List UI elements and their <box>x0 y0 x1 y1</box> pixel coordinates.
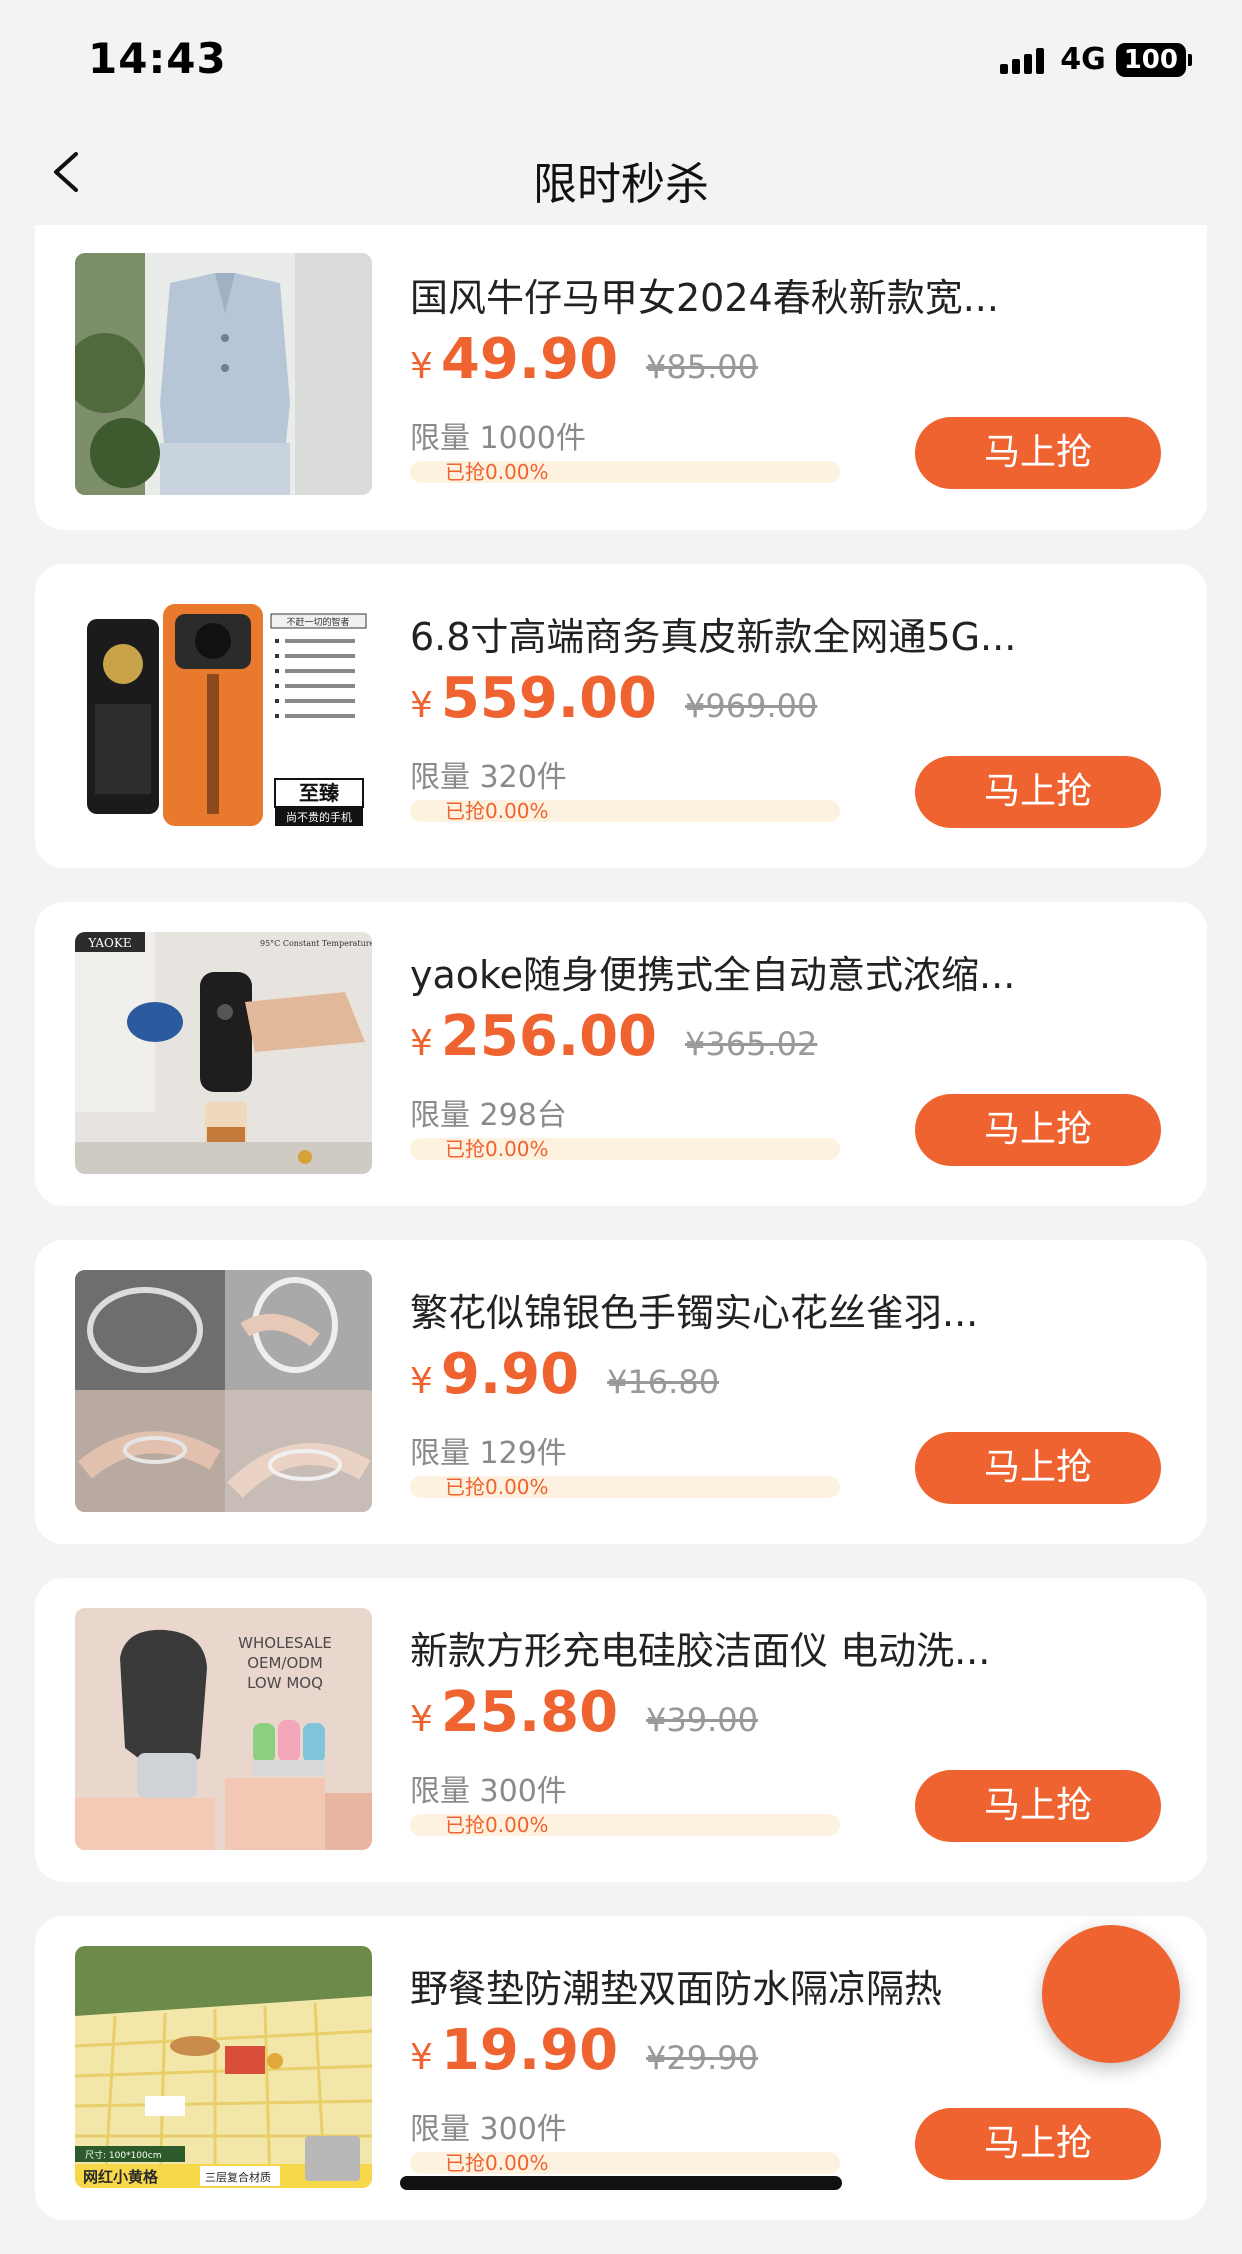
sold-progress-bar: 已抢0.00% <box>410 800 840 822</box>
price-row: ¥ 256.00 ¥365.02 <box>410 1004 817 1069</box>
product-image-picnic-mat[interactable]: 尺寸: 100*100cm 网红小黄格 三层复合材质 <box>75 1946 372 2188</box>
currency-symbol: ¥ <box>410 1361 433 1402</box>
currency-symbol: ¥ <box>410 2037 433 2078</box>
image-line1-text: WHOLESALE <box>238 1634 332 1652</box>
product-image-coffee-maker[interactable]: YAOKE 95°C Constant Temperature Extracti… <box>75 932 372 1174</box>
price-row: ¥ 25.80 ¥39.00 <box>410 1680 758 1745</box>
home-indicator[interactable] <box>400 2176 842 2190</box>
sold-progress-text: 已抢0.00% <box>445 1475 549 1499</box>
limit-quantity: 限量 320件 <box>410 760 567 795</box>
sale-price: 559.00 <box>440 666 658 731</box>
grab-now-button[interactable]: 马上抢 <box>915 1770 1161 1842</box>
product-list: 国风牛仔马甲女2024春秋新款宽... ¥ 49.90 ¥85.00 限量 10… <box>35 225 1207 2254</box>
original-price: ¥29.90 <box>646 2039 759 2077</box>
price-row: ¥ 19.90 ¥29.90 <box>410 2018 758 2083</box>
currency-symbol: ¥ <box>410 346 433 387</box>
product-title[interactable]: yaoke随身便携式全自动意式浓缩... <box>410 944 1207 999</box>
currency-symbol: ¥ <box>410 685 433 726</box>
product-card[interactable]: WHOLESALE OEM/ODM LOW MOQ 新款方形充电硅胶洁面仪 电动… <box>35 1578 1207 1882</box>
sold-progress-text: 已抢0.00% <box>445 460 549 484</box>
image-feature-text: 三层复合材质 <box>205 2170 271 2184</box>
product-card[interactable]: 尺寸: 100*100cm 网红小黄格 三层复合材质 野餐垫防潮垫双面防水隔凉隔… <box>35 1916 1207 2220</box>
sold-progress-bar: 已抢0.00% <box>410 1814 840 1836</box>
network-type: 4G <box>1060 42 1106 77</box>
price-row: ¥ 49.90 ¥85.00 <box>410 327 758 392</box>
product-title[interactable]: 繁花似锦银色手镯实心花丝雀羽... <box>410 1282 1207 1337</box>
sale-price: 49.90 <box>440 327 619 392</box>
product-image-face-cleanser[interactable]: WHOLESALE OEM/ODM LOW MOQ <box>75 1608 372 1850</box>
product-card[interactable]: 繁花似锦银色手镯实心花丝雀羽... ¥ 9.90 ¥16.80 限量 129件 … <box>35 1240 1207 1544</box>
product-title[interactable]: 6.8寸高端商务真皮新款全网通5G... <box>410 606 1207 661</box>
sold-progress-bar: 已抢0.00% <box>410 1138 840 1160</box>
sale-price: 9.90 <box>440 1342 580 1407</box>
image-badge-text: 至臻 <box>299 781 340 805</box>
status-time: 14:43 <box>88 34 227 83</box>
sold-progress-text: 已抢0.00% <box>445 1137 549 1161</box>
limit-quantity: 限量 300件 <box>410 1774 567 1809</box>
nav-bar: 限时秒杀 <box>0 120 1242 225</box>
original-price: ¥39.00 <box>646 1701 759 1739</box>
product-card[interactable]: 不赶一切的智者 至臻 尚不贵的手机 6.8寸高端商务真皮新款全网通5G... ¥… <box>35 564 1207 868</box>
battery-level: 100 <box>1115 42 1186 77</box>
status-bar: 14:43 4G 100 <box>0 0 1242 120</box>
original-price: ¥969.00 <box>685 687 818 725</box>
grab-now-button[interactable]: 马上抢 <box>915 756 1161 828</box>
original-price: ¥365.02 <box>685 1025 818 1063</box>
sold-progress-bar: 已抢0.00% <box>410 1476 840 1498</box>
currency-symbol: ¥ <box>410 1023 433 1064</box>
floating-action-button[interactable] <box>1042 1925 1180 2063</box>
limit-quantity: 限量 300件 <box>410 2112 567 2147</box>
product-card[interactable]: YAOKE 95°C Constant Temperature Extracti… <box>35 902 1207 1206</box>
product-title[interactable]: 国风牛仔马甲女2024春秋新款宽... <box>410 267 1207 322</box>
grab-now-button[interactable]: 马上抢 <box>915 1094 1161 1166</box>
currency-symbol: ¥ <box>410 1699 433 1740</box>
sale-price: 19.90 <box>440 2018 619 2083</box>
limit-quantity: 限量 298台 <box>410 1098 567 1133</box>
product-image-silver-bracelet[interactable] <box>75 1270 372 1512</box>
product-image-business-phone[interactable]: 不赶一切的智者 至臻 尚不贵的手机 <box>75 594 372 836</box>
original-price: ¥85.00 <box>646 348 759 386</box>
battery-icon: 100 <box>1115 42 1192 77</box>
sold-progress-bar: 已抢0.00% <box>410 461 840 483</box>
image-size-text: 尺寸: 100*100cm <box>85 2149 161 2161</box>
product-image-denim-vest[interactable] <box>75 253 372 495</box>
sold-progress-bar: 已抢0.00% <box>410 2152 840 2174</box>
sold-progress-text: 已抢0.00% <box>445 2151 549 2175</box>
image-feature-text: 95°C Constant Temperature Extraction <box>260 939 372 948</box>
image-tag-text: 不赶一切的智者 <box>286 616 349 628</box>
product-title[interactable]: 新款方形充电硅胶洁面仪 电动洗... <box>410 1620 1207 1675</box>
original-price: ¥16.80 <box>607 1363 720 1401</box>
grab-now-button[interactable]: 马上抢 <box>915 417 1161 489</box>
grab-now-button[interactable]: 马上抢 <box>915 2108 1161 2180</box>
sold-progress-text: 已抢0.00% <box>445 1813 549 1837</box>
price-row: ¥ 9.90 ¥16.80 <box>410 1342 719 1407</box>
page-title: 限时秒杀 <box>533 159 709 210</box>
sale-price: 25.80 <box>440 1680 619 1745</box>
price-row: ¥ 559.00 ¥969.00 <box>410 666 817 731</box>
image-brand-text: YAOKE <box>87 936 131 950</box>
image-sub-text: 尚不贵的手机 <box>286 810 352 824</box>
image-line3-text: LOW MOQ <box>247 1674 323 1692</box>
grab-now-button[interactable]: 马上抢 <box>915 1432 1161 1504</box>
sale-price: 256.00 <box>440 1004 658 1069</box>
product-card[interactable]: 国风牛仔马甲女2024春秋新款宽... ¥ 49.90 ¥85.00 限量 10… <box>35 225 1207 530</box>
status-indicators: 4G 100 <box>1000 42 1192 77</box>
signal-icon <box>1000 46 1045 74</box>
image-name-text: 网红小黄格 <box>83 2168 159 2186</box>
limit-quantity: 限量 1000件 <box>410 421 586 456</box>
image-line2-text: OEM/ODM <box>247 1654 323 1672</box>
sold-progress-text: 已抢0.00% <box>445 799 549 823</box>
limit-quantity: 限量 129件 <box>410 1436 567 1471</box>
